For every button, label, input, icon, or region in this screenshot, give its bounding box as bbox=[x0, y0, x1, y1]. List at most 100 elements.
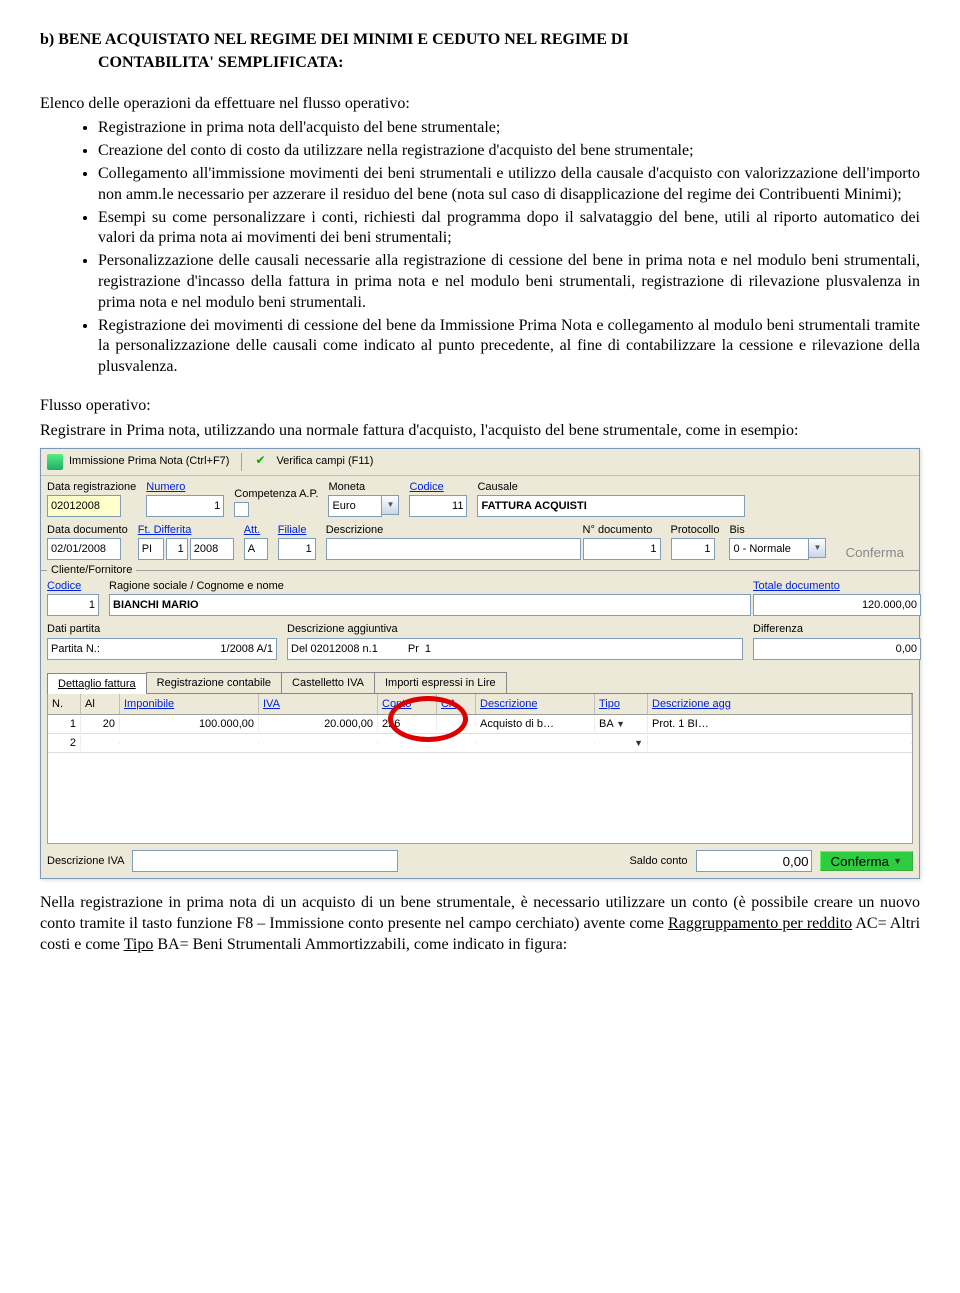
new-entry-icon[interactable] bbox=[47, 454, 63, 470]
label-protocollo: Protocollo bbox=[671, 523, 720, 537]
bullet-item: Personalizzazione delle causali necessar… bbox=[98, 251, 920, 313]
bullet-item: Registrazione in prima nota dell'acquist… bbox=[98, 118, 920, 139]
toolbar-item-verifica[interactable]: Verifica campi (F11) bbox=[276, 454, 373, 468]
cell-tipo: BA ▼ bbox=[595, 716, 648, 732]
label-totale[interactable]: Totale documento bbox=[753, 579, 913, 593]
col-iva[interactable]: IVA bbox=[259, 694, 378, 714]
verify-icon[interactable] bbox=[254, 454, 270, 470]
label-cliente-codice[interactable]: Codice bbox=[47, 579, 99, 593]
header-row-1: Data registrazione Numero Competenza A.P… bbox=[41, 476, 919, 519]
col-descrizione[interactable]: Descrizione bbox=[476, 694, 595, 714]
input-bis[interactable] bbox=[729, 538, 809, 560]
conferma-button-grey: Conferma bbox=[836, 542, 913, 560]
closing-paragraph: Nella registrazione in prima nota di un … bbox=[40, 893, 920, 955]
dropdown-tipo-icon[interactable]: ▼ bbox=[634, 738, 643, 748]
bullet-item: Registrazione dei movimenti di cessione … bbox=[98, 316, 920, 378]
label-data-doc: Data documento bbox=[47, 523, 128, 537]
input-att[interactable] bbox=[244, 538, 268, 560]
label-descrizione: Descrizione bbox=[326, 523, 573, 537]
separator bbox=[241, 453, 242, 471]
grid-row-2[interactable]: 2 ▼ bbox=[48, 734, 912, 753]
label-causale: Causale bbox=[477, 480, 913, 494]
label-att[interactable]: Att. bbox=[244, 523, 268, 537]
tab-strip: Dettaglio fattura Registrazione contabil… bbox=[47, 672, 913, 694]
input-ndoc[interactable] bbox=[583, 538, 661, 560]
label-bis: Bis bbox=[729, 523, 826, 537]
label-codice[interactable]: Codice bbox=[409, 480, 467, 494]
del-value: Del 02012008 n.1 bbox=[291, 642, 378, 656]
tab-dettaglio[interactable]: Dettaglio fattura bbox=[47, 673, 147, 694]
input-descrizione[interactable] bbox=[326, 538, 581, 560]
input-causale[interactable] bbox=[477, 495, 745, 517]
col-imponibile[interactable]: Imponibile bbox=[120, 694, 259, 714]
input-pi[interactable] bbox=[138, 538, 164, 560]
grid-header: N. Al Imponibile IVA Conto CA Descrizion… bbox=[48, 694, 912, 715]
label-descr-agg: Descrizione aggiuntiva bbox=[287, 622, 743, 636]
cliente-row: Codice Ragione sociale / Cognome e nome … bbox=[41, 571, 919, 618]
input-one[interactable] bbox=[166, 538, 188, 560]
footer-row: Descrizione IVA Saldo conto Conferma▼ bbox=[41, 844, 919, 878]
cell-al: 20 bbox=[81, 716, 120, 732]
label-differenza: Differenza bbox=[753, 622, 913, 636]
partita-n-label: Partita N.: bbox=[51, 642, 100, 656]
pr-label: Pr bbox=[408, 642, 419, 656]
col-tipo[interactable]: Tipo bbox=[595, 694, 648, 714]
tab-reg-contabile[interactable]: Registrazione contabile bbox=[146, 672, 282, 693]
input-saldo[interactable] bbox=[696, 850, 812, 872]
cell-descr: Acquisto di b… bbox=[476, 716, 595, 732]
header-row-2: Data documento Ft. Differita Att. Filial… bbox=[41, 519, 919, 562]
dropdown-bis[interactable]: ▼ bbox=[809, 538, 826, 558]
conferma-button[interactable]: Conferma▼ bbox=[820, 851, 913, 871]
cell-conto: 226 bbox=[378, 716, 437, 732]
input-ragione[interactable] bbox=[109, 594, 751, 616]
checkbox-competenza[interactable] bbox=[234, 502, 249, 517]
input-numero[interactable] bbox=[146, 495, 224, 517]
detail-grid: N. Al Imponibile IVA Conto CA Descrizion… bbox=[47, 694, 913, 844]
tab-castelletto[interactable]: Castelletto IVA bbox=[281, 672, 375, 693]
label-numero[interactable]: Numero bbox=[146, 480, 224, 494]
flow-text: Registrare in Prima nota, utilizzando un… bbox=[40, 421, 920, 442]
input-data-doc[interactable] bbox=[47, 538, 121, 560]
bullet-item: Creazione del conto di costo da utilizza… bbox=[98, 141, 920, 162]
pr-value: 1 bbox=[425, 642, 431, 656]
bullet-item: Esempi su come personalizzare i conti, r… bbox=[98, 208, 920, 250]
input-data-reg[interactable] bbox=[47, 495, 121, 517]
input-totale[interactable] bbox=[753, 594, 921, 616]
cell-n: 1 bbox=[48, 716, 81, 732]
heading-line-1: b) BENE ACQUISTATO NEL REGIME DEI MINIMI… bbox=[40, 30, 920, 51]
col-ca[interactable]: CA bbox=[437, 694, 476, 714]
grid-row-1[interactable]: 1 20 100.000,00 20.000,00 226 Acquisto d… bbox=[48, 715, 912, 734]
input-filiale[interactable] bbox=[278, 538, 316, 560]
cell-ca bbox=[437, 723, 476, 725]
tab-importi-lire[interactable]: Importi espressi in Lire bbox=[374, 672, 507, 693]
bullet-item: Collegamento all'immissione movimenti de… bbox=[98, 164, 920, 206]
input-differenza[interactable] bbox=[753, 638, 921, 660]
input-codice[interactable] bbox=[409, 495, 467, 517]
heading-line-2: CONTABILITA' SEMPLIFICATA: bbox=[98, 53, 920, 74]
intro-text: Elenco delle operazioni da effettuare ne… bbox=[40, 94, 920, 115]
label-ft-diff[interactable]: Ft. Differita bbox=[138, 523, 234, 537]
label-saldo: Saldo conto bbox=[629, 854, 687, 868]
input-cliente-codice[interactable] bbox=[47, 594, 99, 616]
col-n[interactable]: N. bbox=[48, 694, 81, 714]
label-filiale[interactable]: Filiale bbox=[278, 523, 316, 537]
col-descr-agg[interactable]: Descrizione agg bbox=[648, 694, 912, 714]
input-descr-iva[interactable] bbox=[132, 850, 398, 872]
dropdown-tipo-icon[interactable]: ▼ bbox=[616, 719, 625, 729]
flow-label: Flusso operativo: bbox=[40, 396, 920, 417]
toolbar-item-immissione[interactable]: Immissione Prima Nota (Ctrl+F7) bbox=[69, 454, 229, 468]
bullet-list: Registrazione in prima nota dell'acquist… bbox=[40, 118, 920, 378]
cell-imp: 100.000,00 bbox=[120, 716, 259, 732]
dropdown-moneta[interactable]: ▼ bbox=[382, 495, 399, 515]
app-window: Immissione Prima Nota (Ctrl+F7) Verifica… bbox=[40, 448, 920, 880]
label-ragione: Ragione sociale / Cognome e nome bbox=[109, 579, 743, 593]
label-ndoc: N° documento bbox=[583, 523, 661, 537]
input-anno[interactable] bbox=[190, 538, 234, 560]
input-protocollo[interactable] bbox=[671, 538, 715, 560]
label-descr-iva: Descrizione IVA bbox=[47, 854, 124, 868]
label-competenza: Competenza A.P. bbox=[234, 487, 318, 501]
input-moneta[interactable] bbox=[328, 495, 382, 517]
label-dati-partita: Dati partita bbox=[47, 622, 277, 636]
col-al[interactable]: Al bbox=[81, 694, 120, 714]
col-conto[interactable]: Conto bbox=[378, 694, 437, 714]
